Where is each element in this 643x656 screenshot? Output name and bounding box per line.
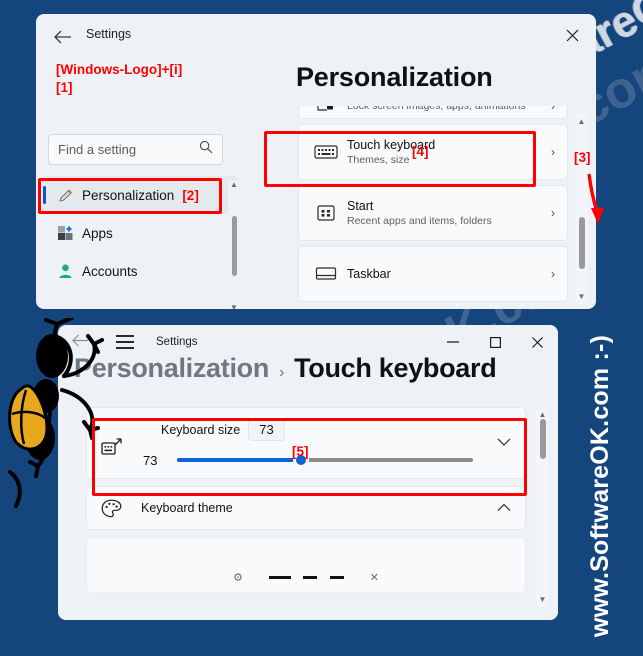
window2-scrollbar[interactable]: ▲ ▼: [536, 407, 549, 607]
window1-title: Settings: [86, 27, 132, 41]
theme-swatch-row: [268, 566, 344, 584]
theme-dash-1[interactable]: [268, 576, 291, 579]
page-title: Personalization: [296, 62, 493, 92]
annotation-1: [1]: [56, 80, 73, 95]
slider-fill: [177, 458, 302, 462]
sidebar-item-label: Accounts: [82, 263, 138, 279]
apps-icon: [52, 225, 78, 242]
theme-dash-2[interactable]: [303, 576, 318, 579]
keyboard-theme-card[interactable]: Keyboard theme: [86, 486, 526, 530]
start-icon: [309, 204, 343, 222]
window2-title: Settings: [156, 336, 198, 348]
annotation-4: [4]: [412, 144, 429, 159]
chevron-right-icon: ›: [551, 106, 555, 113]
search-input[interactable]: Find a setting: [48, 134, 223, 165]
close-button[interactable]: [516, 325, 558, 359]
keyboard-size-header: Keyboard size 73: [161, 418, 285, 441]
settings-card-subtitle: Recent apps and items, folders: [347, 215, 492, 227]
scroll-up-icon[interactable]: ▲: [230, 180, 238, 189]
scrollbar-thumb[interactable]: [231, 216, 237, 276]
annotation-5: [5]: [292, 444, 309, 459]
close-icon[interactable]: ✕: [370, 571, 379, 584]
sidebar-scrollbar[interactable]: ▲ ▼: [228, 180, 240, 309]
annotation-arrow-3: [585, 172, 607, 226]
keyboard-theme-preview: ⚙ ✕: [86, 537, 526, 593]
settings-card-subtitle: Lock screen images, apps, animations: [347, 106, 526, 112]
sidebar-item-label: Apps: [82, 225, 113, 241]
chevron-right-icon: ›: [551, 267, 555, 281]
keyboard-size-label: Keyboard size: [161, 422, 241, 437]
touch-keyboard-icon: [309, 143, 343, 161]
chevron-down-icon[interactable]: [497, 436, 511, 450]
settings-card-title: Taskbar: [347, 267, 391, 281]
settings-card-touch-keyboard[interactable]: Touch keyboard Themes, size ›: [298, 124, 568, 180]
lock-screen-icon: [309, 106, 343, 115]
settings-card-text: Touch keyboard Themes, size: [347, 138, 551, 166]
sidebar-item-apps[interactable]: Apps: [42, 214, 238, 252]
scrollbar-thumb[interactable]: [539, 419, 546, 459]
sidebar-nav: Personalization [2] Apps Accounts: [42, 176, 238, 290]
keyboard-theme-label: Keyboard theme: [141, 501, 233, 515]
account-icon: [52, 263, 78, 280]
chevron-right-icon: ›: [551, 206, 555, 220]
settings-card-lock-screen[interactable]: Lock screen images, apps, animations ›: [298, 106, 568, 119]
search-placeholder: Find a setting: [58, 142, 137, 157]
keyboard-size-slider[interactable]: [177, 452, 473, 468]
watermark-side-text: www.SoftwareOK.com :-): [585, 334, 614, 638]
gear-icon[interactable]: ⚙: [233, 571, 243, 584]
settings-card-start[interactable]: Start Recent apps and items, folders ›: [298, 185, 568, 241]
keyboard-size-card[interactable]: Keyboard size 73 73: [86, 407, 526, 479]
settings-card-list: Lock screen images, apps, animations › T…: [298, 106, 568, 309]
chevron-right-icon: ›: [551, 145, 555, 159]
window1-sidebar: [Windows-Logo]+[i] [1] Find a setting Pe…: [36, 58, 244, 309]
settings-card-text: Lock screen images, apps, animations: [347, 106, 551, 112]
settings-card-title: Start: [347, 199, 374, 213]
search-icon: [199, 140, 213, 159]
sidebar-item-label: Personalization: [82, 187, 175, 203]
settings-window-personalization: Settings [Windows-Logo]+[i] [1] Find a s…: [36, 14, 596, 309]
annotation-hotkey: [Windows-Logo]+[i]: [56, 62, 183, 77]
window2-content: Keyboard size 73 73 Keyboard theme ⚙ ✕: [86, 407, 526, 612]
scrollbar-thumb[interactable]: [578, 217, 585, 269]
annotation-3: [3]: [574, 150, 591, 165]
ant-mascot-illustration: [2, 316, 122, 553]
annotation-2-inline: [2]: [182, 187, 199, 203]
window1-content: Personalization Lock screen images, apps…: [250, 58, 596, 309]
paintbrush-icon: [52, 187, 78, 204]
settings-card-taskbar[interactable]: Taskbar ›: [298, 246, 568, 302]
scroll-down-icon[interactable]: ▼: [230, 303, 238, 309]
keyboard-size-value: 73: [248, 418, 285, 441]
scroll-up-icon[interactable]: ▲: [578, 117, 586, 126]
scroll-down-icon[interactable]: ▼: [539, 595, 547, 604]
window1-titlebar: Settings: [36, 14, 596, 58]
close-icon[interactable]: [562, 25, 582, 45]
breadcrumb: Personalization › Touch keyboard: [74, 353, 497, 384]
chevron-up-icon[interactable]: [497, 501, 511, 515]
back-arrow-icon[interactable]: [52, 26, 74, 48]
scroll-down-icon[interactable]: ▼: [578, 292, 586, 301]
settings-card-subtitle: Themes, size: [347, 154, 410, 166]
settings-card-text: Taskbar: [347, 267, 551, 281]
theme-dash-3[interactable]: [329, 576, 344, 579]
sidebar-item-personalization[interactable]: Personalization [2]: [42, 176, 238, 214]
breadcrumb-current: Touch keyboard: [294, 353, 497, 383]
settings-card-text: Start Recent apps and items, folders: [347, 199, 551, 227]
settings-window-touch-keyboard: Settings Personalization › Touch keyboar…: [58, 325, 558, 620]
breadcrumb-separator: ›: [279, 364, 285, 381]
sidebar-item-accounts[interactable]: Accounts: [42, 252, 238, 290]
settings-card-title: Touch keyboard: [347, 138, 436, 152]
slider-value-label: 73: [143, 452, 158, 468]
scroll-up-icon[interactable]: ▲: [539, 410, 547, 419]
taskbar-icon: [309, 266, 343, 282]
